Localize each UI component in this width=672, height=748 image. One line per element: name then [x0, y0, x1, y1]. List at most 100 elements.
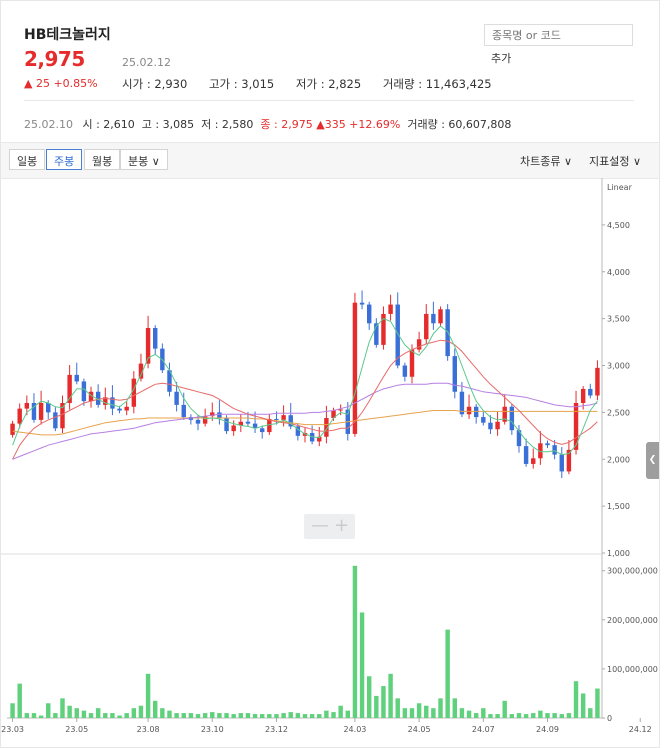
x-tick-label: 24.05 — [408, 725, 431, 734]
volume-tick-label: 300,000,000 — [607, 567, 658, 576]
volume-bar — [409, 708, 415, 718]
low-price: 저가 : 2,825 — [295, 77, 362, 91]
volume-bar — [395, 698, 400, 718]
ma5-line — [12, 318, 598, 456]
volume-bar — [552, 713, 557, 718]
volume-bar — [431, 708, 436, 718]
candle-body — [488, 422, 493, 430]
volume-bar — [188, 713, 194, 718]
tab-daily[interactable]: 일봉 — [9, 149, 46, 170]
volume-bar — [117, 715, 122, 718]
volume-bar — [74, 708, 79, 718]
chart-toolbar: 일봉 주봉 월봉 분봉 ∨ 차트종류 ∨ 지표설정 ∨ — [1, 142, 659, 179]
candle-body — [509, 406, 515, 431]
volume-bar — [424, 705, 429, 718]
candle-body — [352, 302, 358, 434]
zoom-out-button[interactable]: — — [311, 515, 329, 536]
candle-body — [409, 349, 415, 377]
quote-date: 25.02.12 — [122, 56, 171, 69]
x-tick-label: 24.12 — [629, 725, 652, 734]
high-price: 고가 : 3,015 — [208, 77, 275, 91]
candle-body — [202, 416, 208, 424]
previous-change: ▲335 +12.69% — [316, 118, 401, 131]
volume-bar — [452, 698, 457, 718]
candle-body — [17, 408, 22, 424]
x-tick-label: 23.12 — [265, 725, 288, 734]
volume-bar — [402, 708, 408, 718]
volume-bar — [466, 710, 472, 718]
volume-bar — [210, 712, 215, 718]
volume-bar — [573, 681, 579, 718]
indicator-menu[interactable]: 지표설정 ∨ — [589, 153, 641, 169]
price-tick-label: 1,500 — [607, 502, 630, 511]
volume-bar — [60, 698, 65, 718]
volume-bar — [88, 713, 94, 718]
volume-bar — [174, 713, 179, 718]
candle-body — [416, 339, 422, 350]
volume-bar — [67, 705, 72, 718]
candle-body — [267, 418, 272, 433]
candle-body — [359, 302, 365, 305]
volume-bar — [459, 708, 465, 718]
volume-bar — [274, 714, 279, 718]
candle-body — [10, 423, 15, 435]
candle-body — [153, 328, 158, 349]
volume-bar — [195, 714, 201, 718]
zoom-in-button[interactable]: + — [334, 515, 349, 536]
candle-body — [466, 406, 472, 415]
x-tick-label: 23.03 — [1, 725, 24, 734]
volume-bar — [595, 688, 600, 718]
search-input[interactable] — [484, 24, 633, 46]
candle-body — [431, 313, 436, 324]
x-tick-label: 24.07 — [472, 725, 495, 734]
volume-bar — [331, 712, 336, 718]
candle-body — [217, 412, 222, 418]
volume-bar — [231, 714, 236, 718]
scale-label: Linear — [607, 183, 633, 192]
volume-bar — [495, 714, 500, 718]
volume-bar — [374, 695, 379, 718]
tab-minute[interactable]: 분봉 ∨ — [120, 149, 168, 170]
x-tick-label: 24.09 — [536, 725, 559, 734]
tab-weekly[interactable]: 주봉 — [46, 149, 83, 170]
volume-bar — [95, 708, 101, 718]
candle-body — [259, 428, 265, 433]
volume-bar — [317, 714, 322, 718]
candle-body — [531, 458, 536, 464]
chart-type-menu[interactable]: 차트종류 ∨ — [520, 153, 572, 169]
zoom-control: — + — [304, 514, 355, 539]
candle-body — [545, 443, 550, 446]
previous-date: 25.02.10 — [24, 118, 73, 131]
candle-body — [338, 409, 343, 411]
candle-body — [38, 403, 44, 420]
volume-bar — [445, 629, 450, 718]
volume-bar — [281, 713, 286, 718]
quote-stats: 시가 : 2,930 고가 : 3,015 저가 : 2,825 거래량 : 1… — [122, 76, 510, 92]
volume-bar — [160, 708, 165, 718]
volume-bar — [224, 713, 229, 718]
candle-body — [81, 381, 87, 402]
side-panel-handle[interactable]: ❮ — [646, 442, 659, 479]
price-volume-chart[interactable]: Linear 1,000 1,500 2,000 2,500 3,000 3,500 4,00… — [1, 178, 659, 748]
divider — [24, 100, 634, 101]
candle-body — [473, 406, 479, 418]
volume-bar — [388, 673, 393, 718]
tab-monthly[interactable]: 월봉 — [84, 149, 121, 170]
volume-bar — [509, 714, 515, 718]
volume-bar — [245, 713, 251, 718]
volume-bar — [502, 700, 507, 718]
volume-bar — [217, 713, 222, 718]
volume-bar — [24, 713, 30, 718]
price-tick-label: 3,500 — [607, 315, 630, 324]
add-button[interactable]: 추가 — [491, 50, 511, 66]
volume-bar — [580, 693, 586, 718]
volume-tick-label: 100,000,000 — [607, 665, 658, 674]
volume-bar — [202, 713, 208, 718]
candle-body — [559, 454, 564, 472]
volume-bar — [416, 703, 422, 718]
volume-bar — [473, 713, 479, 718]
price-tick-label: 4,500 — [607, 221, 630, 230]
candle-body — [46, 403, 51, 413]
candle-body — [74, 374, 79, 382]
x-tick-label: 24.03 — [343, 725, 366, 734]
